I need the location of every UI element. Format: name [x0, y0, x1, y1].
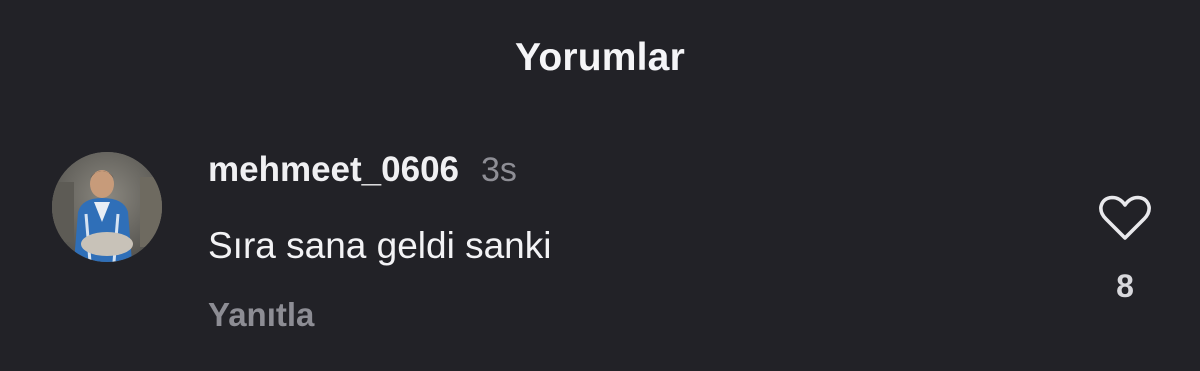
- comment-text: Sıra sana geldi sanki: [208, 225, 552, 266]
- comment-item: mehmeet_0606 3s Sıra sana geldi sanki Ya…: [0, 150, 1200, 350]
- heart-outline-icon[interactable]: [1098, 194, 1152, 242]
- comment-time: 3s: [481, 151, 517, 189]
- comment-meta: mehmeet_0606 3s: [208, 150, 551, 196]
- sheet-title: Yorumlar: [515, 36, 685, 79]
- like-count: 8: [1116, 268, 1134, 304]
- avatar[interactable]: [52, 152, 162, 262]
- comments-sheet: Yorumlar mehmeet_0606 3s Sıra sana geldi…: [0, 0, 1200, 371]
- like-group: 8: [1090, 194, 1160, 305]
- comment-body: mehmeet_0606 3s Sıra sana geldi sanki Ya…: [208, 150, 551, 334]
- reply-button[interactable]: Yanıtla: [208, 296, 314, 334]
- avatar-photo: [52, 152, 162, 262]
- sheet-header: Yorumlar: [0, 30, 1200, 86]
- username[interactable]: mehmeet_0606: [208, 150, 459, 190]
